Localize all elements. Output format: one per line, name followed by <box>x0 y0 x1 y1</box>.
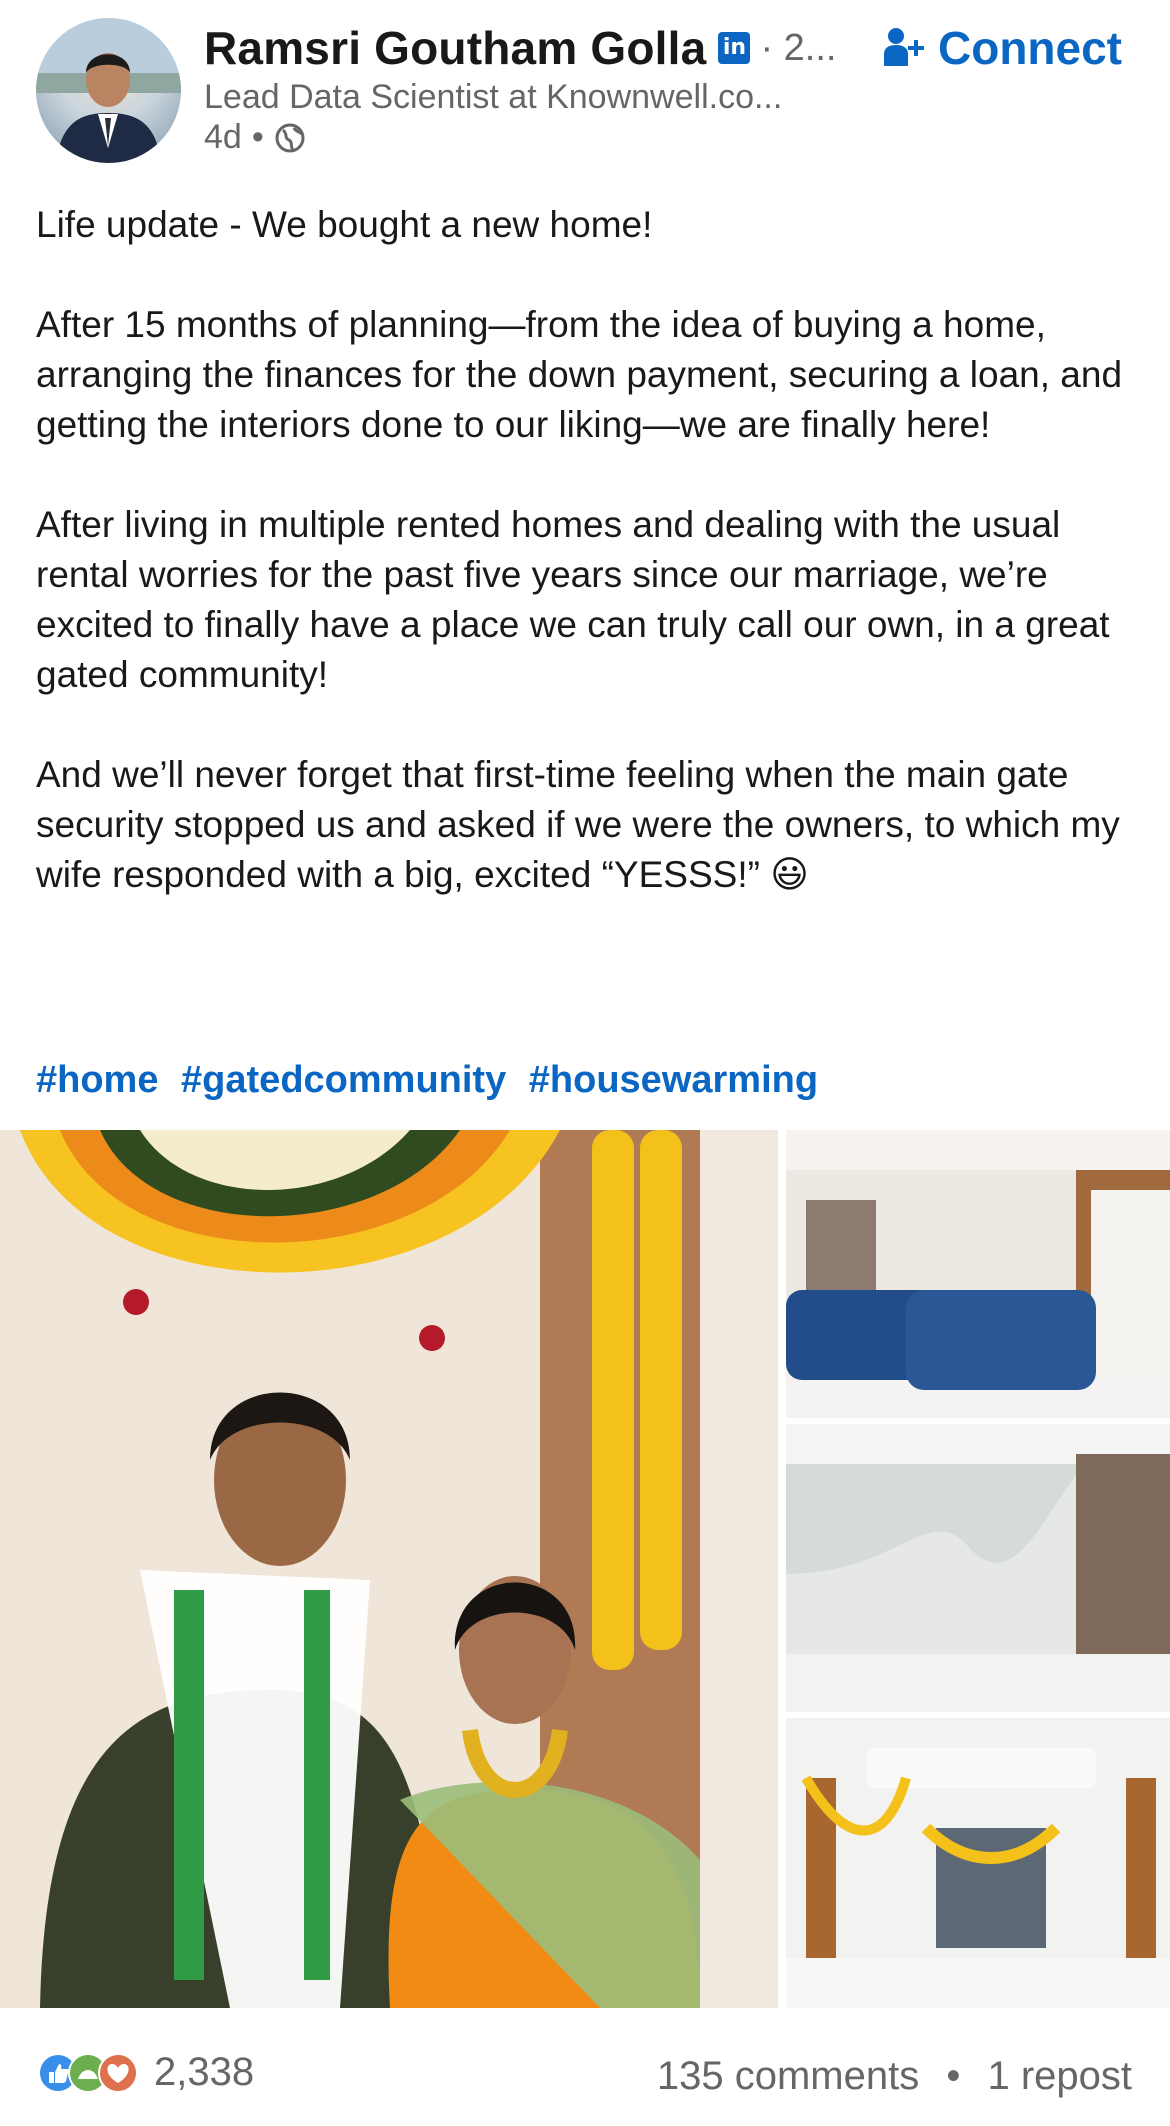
author-avatar[interactable] <box>36 18 181 163</box>
post-meta: 4d • <box>204 118 306 157</box>
living-room-photo[interactable] <box>786 1130 1170 1418</box>
reaction-count: 2,338 <box>154 2050 255 2094</box>
post-text: Life update - We bought a new home! Afte… <box>36 200 1136 900</box>
connect-button[interactable]: Connect <box>884 20 1122 76</box>
post-paragraph: After 15 months of planning—from the ide… <box>36 304 1123 445</box>
hashtags: #home #gatedcommunity #housewarming <box>36 1055 830 1105</box>
connect-label: Connect <box>938 22 1122 74</box>
couple-photo[interactable] <box>0 1130 778 2008</box>
reactions-summary[interactable]: 2,338 <box>38 2050 254 2095</box>
add-person-icon <box>884 26 924 70</box>
meta-separator: • <box>251 118 264 156</box>
linkedin-badge-icon: in <box>718 32 751 64</box>
social-counts: 2,338 135 comments • 1 repost <box>0 2030 1170 2110</box>
hashtag-home[interactable]: #home <box>36 1059 158 1101</box>
post-time: 4d <box>204 118 242 156</box>
post-paragraph: And we’ll never forget that first-time f… <box>36 754 1120 895</box>
post-paragraph: Life update - We bought a new home! <box>36 204 653 245</box>
author-name[interactable]: Ramsri Goutham Golla <box>204 21 706 75</box>
love-icon <box>98 2052 138 2093</box>
connection-degree: · 2... <box>760 26 837 69</box>
hashtag-gatedcommunity[interactable]: #gatedcommunity <box>181 1059 506 1101</box>
engagement-summary: 135 comments • 1 repost <box>657 2054 1132 2099</box>
reposts-count[interactable]: 1 repost <box>987 2054 1132 2098</box>
engagement-separator: • <box>946 2054 961 2098</box>
author-line: Ramsri Goutham Golla in · 2... <box>204 18 836 78</box>
post-paragraph: After living in multiple rented homes an… <box>36 504 1110 695</box>
media-grid <box>0 1130 1170 2008</box>
comments-count[interactable]: 135 comments <box>657 2054 919 2098</box>
bedroom-photo[interactable] <box>786 1424 1170 1712</box>
hashtag-housewarming[interactable]: #housewarming <box>529 1059 818 1101</box>
globe-icon <box>274 122 306 154</box>
hall-photo[interactable] <box>786 1718 1170 2008</box>
author-headline: Lead Data Scientist at Knownwell.co... <box>204 78 783 116</box>
post-header: Ramsri Goutham Golla in · 2... Connect L… <box>0 0 1170 180</box>
